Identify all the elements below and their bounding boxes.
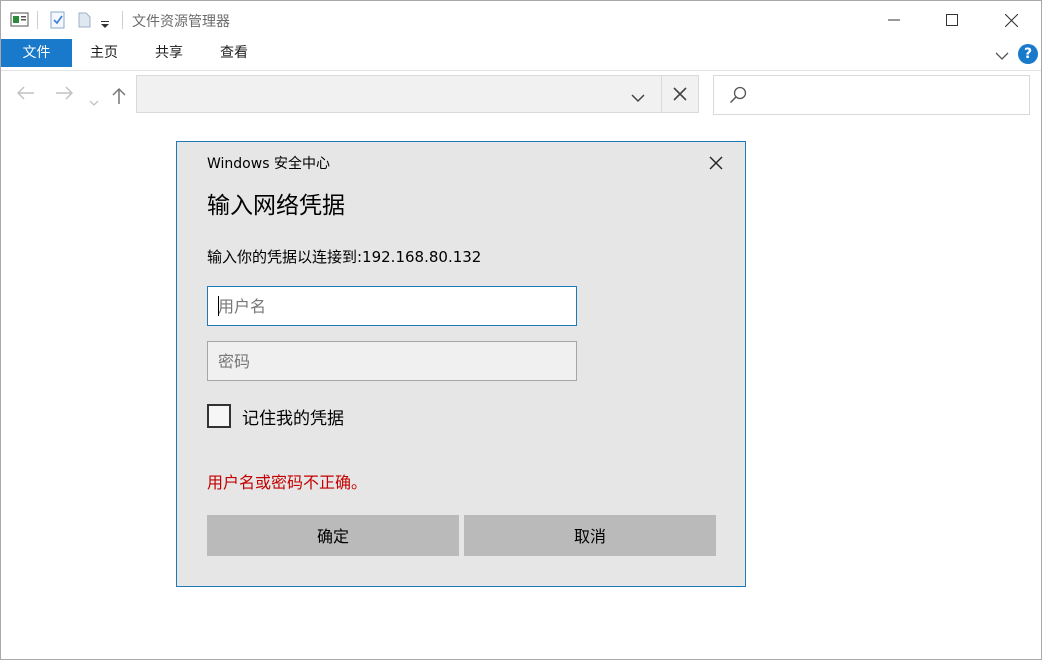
new-folder-icon[interactable] bbox=[77, 11, 93, 33]
remember-credentials-checkbox[interactable] bbox=[207, 404, 231, 428]
dialog-message: 输入你的凭据以连接到:192.168.80.132 bbox=[207, 248, 482, 266]
address-dropdown-chevron-icon[interactable] bbox=[631, 88, 645, 107]
error-message: 用户名或密码不正确。 bbox=[207, 473, 368, 492]
remember-credentials-label[interactable]: 记住我的凭据 bbox=[242, 404, 344, 429]
address-bar[interactable] bbox=[136, 75, 699, 113]
search-input[interactable] bbox=[713, 75, 1030, 115]
ribbon: 文件 主页 共享 查看 ? bbox=[1, 39, 1041, 71]
ribbon-expand-chevron-icon[interactable] bbox=[995, 46, 1009, 65]
title-bar: 文件资源管理器 bbox=[1, 1, 1041, 39]
back-arrow-icon[interactable] bbox=[16, 85, 35, 104]
tab-file[interactable]: 文件 bbox=[1, 39, 72, 67]
close-window-button[interactable] bbox=[988, 1, 1034, 39]
search-icon bbox=[729, 86, 747, 108]
cancel-button[interactable]: 取消 bbox=[464, 515, 716, 556]
quick-access-dropdown-icon[interactable] bbox=[100, 15, 110, 34]
title-separator bbox=[122, 11, 123, 29]
text-caret bbox=[218, 296, 219, 316]
address-separator bbox=[661, 76, 662, 113]
dialog-close-button[interactable] bbox=[709, 155, 723, 174]
recent-locations-chevron-icon[interactable] bbox=[89, 91, 99, 110]
tab-home[interactable]: 主页 bbox=[81, 39, 127, 67]
explorer-app-icon[interactable] bbox=[10, 11, 30, 33]
forward-arrow-icon[interactable] bbox=[55, 85, 74, 104]
dialog-caption: Windows 安全中心 bbox=[207, 156, 330, 172]
properties-check-icon[interactable] bbox=[49, 11, 67, 33]
window-title: 文件资源管理器 bbox=[132, 14, 230, 30]
password-input[interactable] bbox=[207, 341, 577, 381]
close-icon bbox=[1004, 13, 1018, 27]
maximize-button[interactable] bbox=[929, 1, 975, 39]
tab-share[interactable]: 共享 bbox=[146, 39, 192, 67]
minimize-icon bbox=[888, 19, 900, 21]
tab-view[interactable]: 查看 bbox=[211, 39, 257, 67]
username-input[interactable] bbox=[207, 286, 577, 326]
address-clear-icon[interactable] bbox=[673, 86, 687, 105]
explorer-window: 文件资源管理器 文件 主页 共享 查看 ? Windows 安全中心 输入网络凭… bbox=[0, 0, 1042, 660]
dialog-heading: 输入网络凭据 bbox=[207, 193, 345, 219]
title-separator bbox=[37, 11, 38, 29]
maximize-icon bbox=[946, 14, 958, 26]
help-icon[interactable]: ? bbox=[1018, 44, 1038, 64]
close-icon bbox=[709, 156, 723, 170]
credential-dialog: Windows 安全中心 输入网络凭据 输入你的凭据以连接到:192.168.8… bbox=[176, 141, 746, 587]
ok-button[interactable]: 确定 bbox=[207, 515, 459, 556]
minimize-button[interactable] bbox=[871, 1, 917, 39]
up-arrow-icon[interactable] bbox=[112, 87, 126, 109]
